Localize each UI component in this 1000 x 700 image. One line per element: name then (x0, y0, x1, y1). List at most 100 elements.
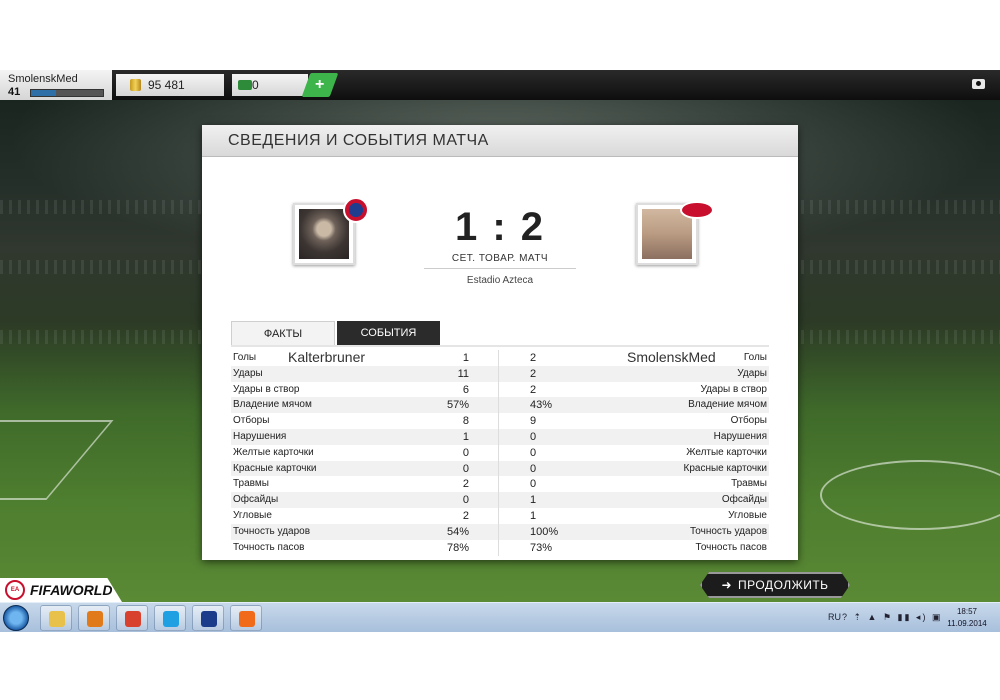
stat-value-away: 0 (530, 462, 537, 475)
match-type: СЕТ. ТОВАР. МАТЧ (451, 253, 549, 264)
stat-row: Красные карточки 0 0 Красные карточки (231, 460, 769, 477)
stat-label-away: Угловые (728, 509, 767, 521)
game-window: SmolenskMed 41 95 481 0 + СВЕДЕНИЯ И СОБ… (0, 70, 1000, 632)
stat-row: Желтые карточки 0 0 Желтые карточки (231, 445, 769, 461)
stats-divider (498, 350, 499, 556)
media-player-icon (87, 611, 103, 627)
match-details-panel: СВЕДЕНИЯ И СОБЫТИЯ МАТЧА Kalterbruner 1 … (202, 125, 798, 560)
stat-label-home: Травмы (233, 478, 269, 490)
stat-value-away: 0 (530, 430, 537, 443)
stat-label-home: Удары (233, 367, 263, 379)
tab-events[interactable]: СОБЫТИЯ (337, 321, 440, 345)
stat-label-away: Владение мячом (688, 399, 767, 411)
stat-value-away: 0 (530, 446, 537, 459)
clock-time[interactable]: 18:57 (948, 607, 986, 616)
stat-row: Точность ударов 54% 100% Точность ударов (231, 523, 769, 540)
stat-label-home: Владение мячом (233, 399, 312, 411)
stat-label-home: Отборы (233, 415, 270, 427)
continue-label: ПРОДОЛЖИТЬ (738, 578, 829, 592)
stat-label-away: Голы (743, 352, 767, 363)
tab-facts[interactable]: ФАКТЫ (231, 321, 335, 345)
stat-row: Нарушения 1 0 Нарушения (231, 428, 769, 445)
stat-label-away: Удары (737, 367, 767, 379)
fifa-world-icon (201, 611, 217, 627)
stat-label-home: Офсайды (233, 494, 279, 506)
divider (424, 268, 576, 269)
stat-value-home: 1 (462, 430, 469, 443)
ea-sports-logo: EA SPORTS (5, 580, 25, 600)
stat-label-away: Точность ударов (689, 525, 767, 537)
continue-button[interactable]: ➜ ПРОДОЛЖИТЬ (700, 572, 850, 598)
user-level: 41 (8, 86, 21, 98)
match-score: 1 : 2 (454, 205, 546, 249)
cska-badge-icon (343, 197, 369, 223)
taskbar-app-button[interactable] (192, 605, 224, 631)
stat-label-away: Удары в створ (700, 383, 768, 395)
stat-value-away: 0 (530, 478, 537, 491)
taskbar-app-button[interactable] (40, 605, 72, 631)
stat-label-away: Красные карточки (683, 462, 767, 474)
points-value: 0 (252, 78, 259, 92)
stat-label-home: Нарушения (233, 430, 287, 442)
stat-row: Травмы 2 0 Травмы (231, 476, 769, 492)
top-bar: SmolenskMed 41 95 481 0 + (0, 70, 1000, 100)
fifa-world-logo: EA SPORTS FIFAWORLD (0, 578, 122, 602)
home-team-logo (293, 197, 369, 265)
stat-value-away: 1 (530, 494, 537, 507)
taskbar-app-button[interactable] (78, 605, 110, 631)
az-badge-icon (680, 201, 714, 219)
stat-label-home: Желтые карточки (233, 446, 314, 458)
windows-taskbar: RU ? ⇡ ▲ ⚑ ▮▮ ◂) ▣ 18:57 11.09.2014 (0, 602, 1000, 632)
stat-row: Офсайды 0 1 Офсайды (231, 492, 769, 508)
coins-icon (130, 79, 141, 91)
xp-progress-fill (31, 90, 57, 96)
stat-value-home: 0 (462, 494, 469, 507)
stat-value-away: 2 (530, 367, 537, 380)
stat-label-home: Удары в створ (233, 383, 300, 395)
chrome-icon (125, 611, 141, 627)
skype-icon (163, 611, 179, 627)
stat-row: Угловые 2 1 Угловые (231, 508, 769, 524)
username: SmolenskMed (8, 73, 78, 85)
user-profile-box[interactable]: SmolenskMed 41 (0, 70, 112, 100)
plus-icon: + (315, 76, 325, 93)
language-indicator[interactable]: RU (828, 612, 841, 622)
panel-header: СВЕДЕНИЯ И СОБЫТИЯ МАТЧА (202, 125, 798, 157)
stat-label-home: Точность пасов (233, 541, 305, 553)
system-tray-icons[interactable]: ? ⇡ ▲ ⚑ ▮▮ ◂) ▣ (842, 612, 942, 623)
stat-value-home: 8 (462, 415, 469, 428)
stat-value-home: 2 (462, 478, 469, 491)
arrow-right-icon: ➜ (721, 578, 732, 592)
stat-value-away: 43% (530, 399, 553, 412)
points-counter[interactable]: 0 (232, 74, 308, 96)
stat-row: Владение мячом 57% 43% Владение мячом (231, 397, 769, 414)
pitch-marking (0, 420, 114, 500)
stat-value-home: 0 (462, 462, 469, 475)
away-team-logo (636, 201, 714, 265)
pitch-marking (820, 460, 1000, 530)
stat-row: Удары 11 2 Удары (231, 365, 769, 382)
stat-row: Удары в створ 6 2 Удары в створ (231, 382, 769, 398)
home-club-crest (299, 209, 349, 259)
stat-label-home: Точность ударов (233, 525, 311, 537)
stat-value-home: 6 (462, 383, 469, 396)
clock-date[interactable]: 11.09.2014 (946, 619, 988, 628)
stat-label-home: Угловые (233, 509, 272, 521)
taskbar-app-button[interactable] (116, 605, 148, 631)
coins-counter[interactable]: 95 481 (116, 74, 224, 96)
stat-value-home: 2 (462, 509, 469, 522)
camera-icon[interactable] (972, 79, 985, 89)
stat-value-away: 9 (530, 415, 537, 428)
stat-value-home: 54% (446, 525, 469, 538)
stat-value-home: 78% (446, 541, 469, 554)
taskbar-app-button[interactable] (154, 605, 186, 631)
taskbar-app-button[interactable] (230, 605, 262, 631)
stat-row: Голы 1 2 Голы (231, 350, 769, 366)
xp-progress-bar (30, 89, 104, 97)
stat-label-away: Офсайды (721, 494, 767, 506)
stat-value-home: 11 (457, 367, 469, 380)
stat-label-away: Точность пасов (695, 541, 768, 553)
start-button[interactable] (3, 605, 29, 631)
tab-underline (231, 345, 769, 347)
stat-value-away: 2 (530, 383, 537, 396)
